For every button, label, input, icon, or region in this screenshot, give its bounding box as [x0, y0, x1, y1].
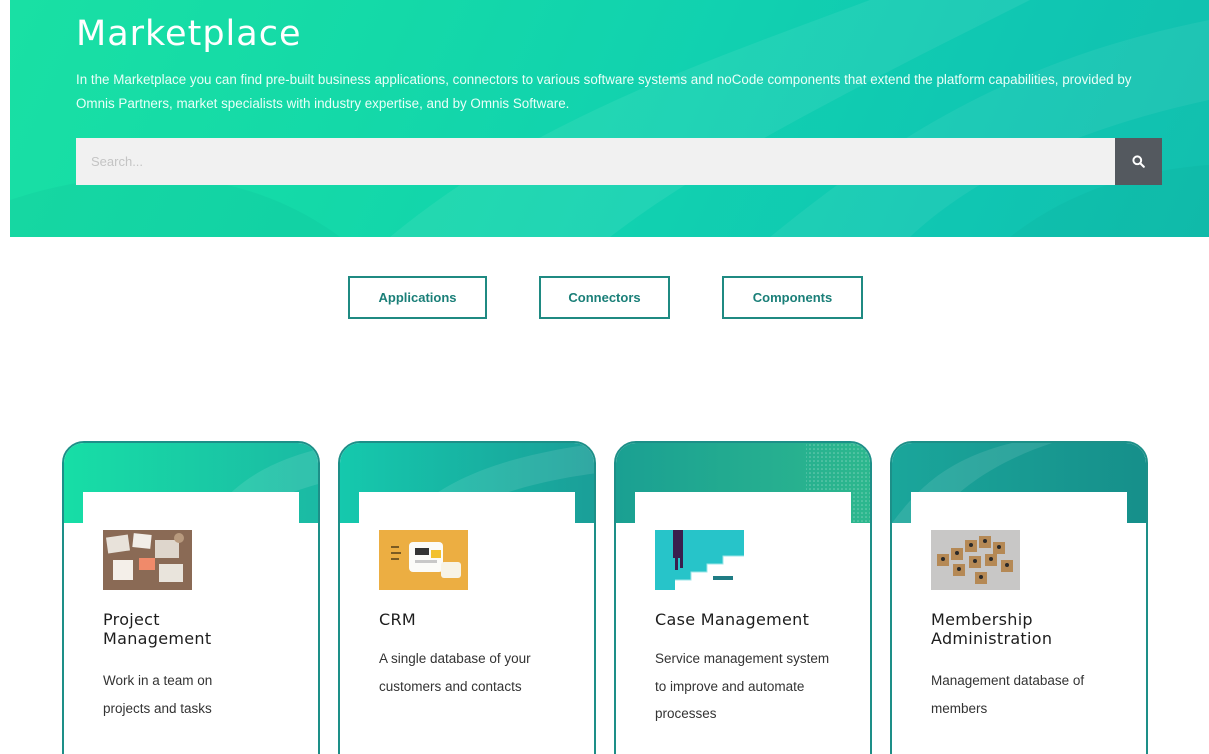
card-title: Project Management: [103, 610, 211, 648]
card-body: CRM A single database of your customers …: [359, 492, 575, 754]
card-title-line: Project: [103, 610, 160, 629]
card-membership-administration[interactable]: Membership Administration Management dat…: [890, 441, 1148, 754]
card-title-line: Management: [103, 629, 212, 648]
card-case-management[interactable]: Case Management Service management syste…: [614, 441, 872, 754]
card-title-line: Membership: [931, 610, 1033, 629]
components-button[interactable]: Components: [722, 276, 863, 319]
card-crm[interactable]: CRM A single database of your customers …: [338, 441, 596, 754]
card-description: Work in a team on projects and tasks: [103, 673, 213, 716]
card-description: A single database of your customers and …: [379, 651, 531, 694]
hero-description: In the Marketplace you can find pre-buil…: [76, 72, 1132, 111]
card-project-management[interactable]: Project Management Work in a team on pro…: [62, 441, 320, 754]
card-title-line: CRM: [379, 610, 416, 629]
card-title-line: Case Management: [655, 610, 810, 629]
card-title: Membership Administration: [931, 610, 1052, 648]
card-body: Case Management Service management syste…: [635, 492, 851, 754]
card-body: Project Management Work in a team on pro…: [83, 492, 299, 754]
project-management-thumbnail: [103, 530, 192, 590]
card-description: Service management system to improve and…: [655, 651, 830, 721]
search-icon: [1132, 155, 1145, 168]
card-description: Management database of members: [931, 673, 1085, 716]
connectors-button[interactable]: Connectors: [539, 276, 670, 319]
card-body: Membership Administration Management dat…: [911, 492, 1127, 754]
applications-button[interactable]: Applications: [348, 276, 487, 319]
search-input[interactable]: [76, 138, 1115, 185]
card-title-line: Administration: [931, 629, 1053, 648]
search-button[interactable]: [1115, 138, 1162, 185]
case-management-thumbnail: [655, 530, 744, 590]
card-title: CRM: [379, 610, 416, 629]
page-title: Marketplace: [76, 14, 302, 54]
membership-administration-thumbnail: [931, 530, 1020, 590]
card-title: Case Management: [655, 610, 809, 629]
search-bar: [76, 138, 1162, 185]
crm-thumbnail: [379, 530, 468, 590]
hero-banner: Marketplace In the Marketplace you can f…: [10, 0, 1209, 237]
